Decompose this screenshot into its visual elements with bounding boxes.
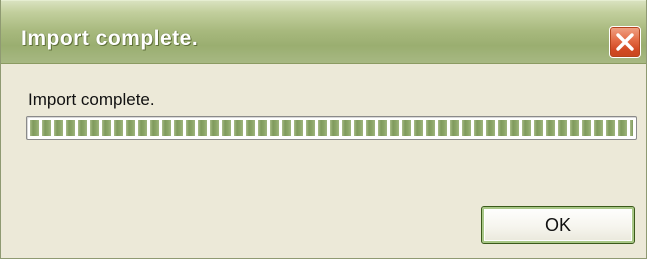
progress-fill — [30, 120, 633, 136]
status-message: Import complete. — [28, 90, 155, 109]
dialog-body: Import complete. OK — [1, 64, 646, 258]
close-button[interactable] — [609, 26, 641, 58]
window-title: Import complete. — [21, 27, 199, 50]
ok-button[interactable]: OK — [481, 206, 635, 244]
import-complete-dialog: Import complete. Import complete. OK — [0, 0, 647, 259]
progress-bar — [26, 116, 637, 140]
title-bar[interactable]: Import complete. — [1, 0, 646, 64]
close-icon — [616, 33, 634, 51]
